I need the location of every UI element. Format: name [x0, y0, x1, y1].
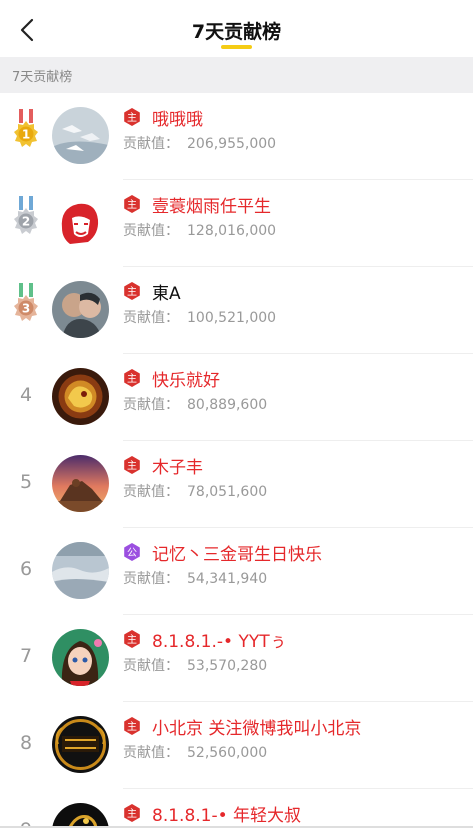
- user-avatar[interactable]: [52, 803, 109, 826]
- top-bar: 7天贡献榜: [0, 0, 473, 56]
- host-badge-icon: 主: [124, 804, 140, 822]
- svg-text:1: 1: [22, 128, 30, 142]
- user-name: 壹蓑烟雨任平生: [152, 197, 271, 217]
- user-avatar[interactable]: [52, 716, 109, 773]
- gold-medal-icon: 1: [14, 109, 38, 147]
- user-name: 8.1.8.1.-• YYTぅ: [152, 632, 287, 652]
- svg-text:主: 主: [127, 634, 137, 646]
- rank-number: 8: [19, 732, 33, 754]
- user-avatar[interactable]: [52, 107, 109, 164]
- host-badge-icon: 主: [124, 369, 140, 387]
- ranking-row[interactable]: 2 主 壹蓑烟雨任平生 贡献值： 128,016,000: [0, 180, 473, 267]
- svg-text:公: 公: [127, 548, 137, 559]
- ranking-row[interactable]: 8 主 小北京 关注微博我叫小北京 贡献值： 52,560,000: [0, 702, 473, 789]
- contribution-value: 贡献值： 100,521,000: [123, 310, 277, 326]
- svg-text:主: 主: [127, 721, 137, 733]
- user-name: 记忆丶三金哥生日快乐: [152, 545, 322, 565]
- section-label: 7天贡献榜: [12, 70, 73, 85]
- rank-number: 9: [0, 819, 52, 826]
- section-header: 7天贡献榜: [0, 57, 473, 93]
- host-badge-icon: 主: [124, 195, 140, 213]
- user-name: 東A: [152, 284, 181, 304]
- host-badge-icon: 主: [124, 630, 140, 648]
- host-badge-icon: 主: [124, 717, 140, 735]
- bronze-medal-icon: 3: [14, 283, 38, 321]
- guild-badge-icon: 公: [124, 543, 140, 561]
- svg-text:主: 主: [127, 112, 137, 124]
- ranking-row[interactable]: 7 主 8.1.8.1.-• YYTぅ 贡献值： 53,570,280: [0, 615, 473, 702]
- svg-text:主: 主: [127, 373, 137, 385]
- contribution-value: 贡献值： 80,889,600: [123, 397, 268, 413]
- user-avatar[interactable]: [52, 542, 109, 599]
- ranking-row[interactable]: 9 主 8.1.8.1-• 年轻大叔: [0, 789, 473, 826]
- host-badge-icon: 主: [124, 282, 140, 300]
- user-avatar[interactable]: [52, 455, 109, 512]
- ranking-row[interactable]: 4 主 快乐就好 贡献值： 80,889,600: [0, 354, 473, 441]
- contribution-value: 贡献值： 128,016,000: [123, 223, 277, 239]
- user-name: 木子丰: [152, 458, 203, 478]
- ranking-row[interactable]: 6 公 记忆丶三金哥生日快乐 贡献值： 54,341,940: [0, 528, 473, 615]
- user-avatar[interactable]: [52, 281, 109, 338]
- page-title: 7天贡献榜: [191, 21, 282, 43]
- svg-text:3: 3: [22, 302, 30, 316]
- silver-medal-icon: 2: [14, 196, 38, 234]
- contribution-value: 贡献值： 53,570,280: [123, 658, 268, 674]
- svg-text:主: 主: [127, 199, 137, 211]
- user-name: 8.1.8.1-• 年轻大叔: [152, 806, 302, 826]
- contribution-value: 贡献值： 78,051,600: [123, 484, 268, 500]
- rank-number: 7: [19, 645, 33, 667]
- svg-text:主: 主: [127, 808, 137, 820]
- svg-text:主: 主: [127, 286, 137, 298]
- host-badge-icon: 主: [124, 456, 140, 474]
- contribution-value: 贡献值： 54,341,940: [123, 571, 268, 587]
- ranking-row[interactable]: 3 主 東A 贡献值： 100,521,000: [0, 267, 473, 354]
- user-avatar[interactable]: [52, 194, 109, 251]
- user-name: 小北京 关注微博我叫小北京: [152, 719, 362, 739]
- rank-number: 6: [19, 558, 33, 580]
- active-tab-indicator: [221, 45, 252, 49]
- host-badge-icon: 主: [124, 108, 140, 126]
- svg-text:2: 2: [22, 215, 30, 229]
- svg-text:主: 主: [127, 460, 137, 472]
- ranking-row[interactable]: 1 主 哦哦哦 贡献值： 206,955,000: [0, 93, 473, 180]
- rank-number: 4: [19, 384, 33, 406]
- contribution-value: 贡献值： 206,955,000: [123, 136, 277, 152]
- rank-number: 5: [19, 471, 33, 493]
- user-name: 快乐就好: [152, 371, 220, 391]
- ranking-row[interactable]: 5 主 木子丰 贡献值： 78,051,600: [0, 441, 473, 528]
- user-name: 哦哦哦: [152, 110, 203, 130]
- user-avatar[interactable]: [52, 629, 109, 686]
- user-avatar[interactable]: [52, 368, 109, 425]
- contribution-value: 贡献值： 52,560,000: [123, 745, 268, 761]
